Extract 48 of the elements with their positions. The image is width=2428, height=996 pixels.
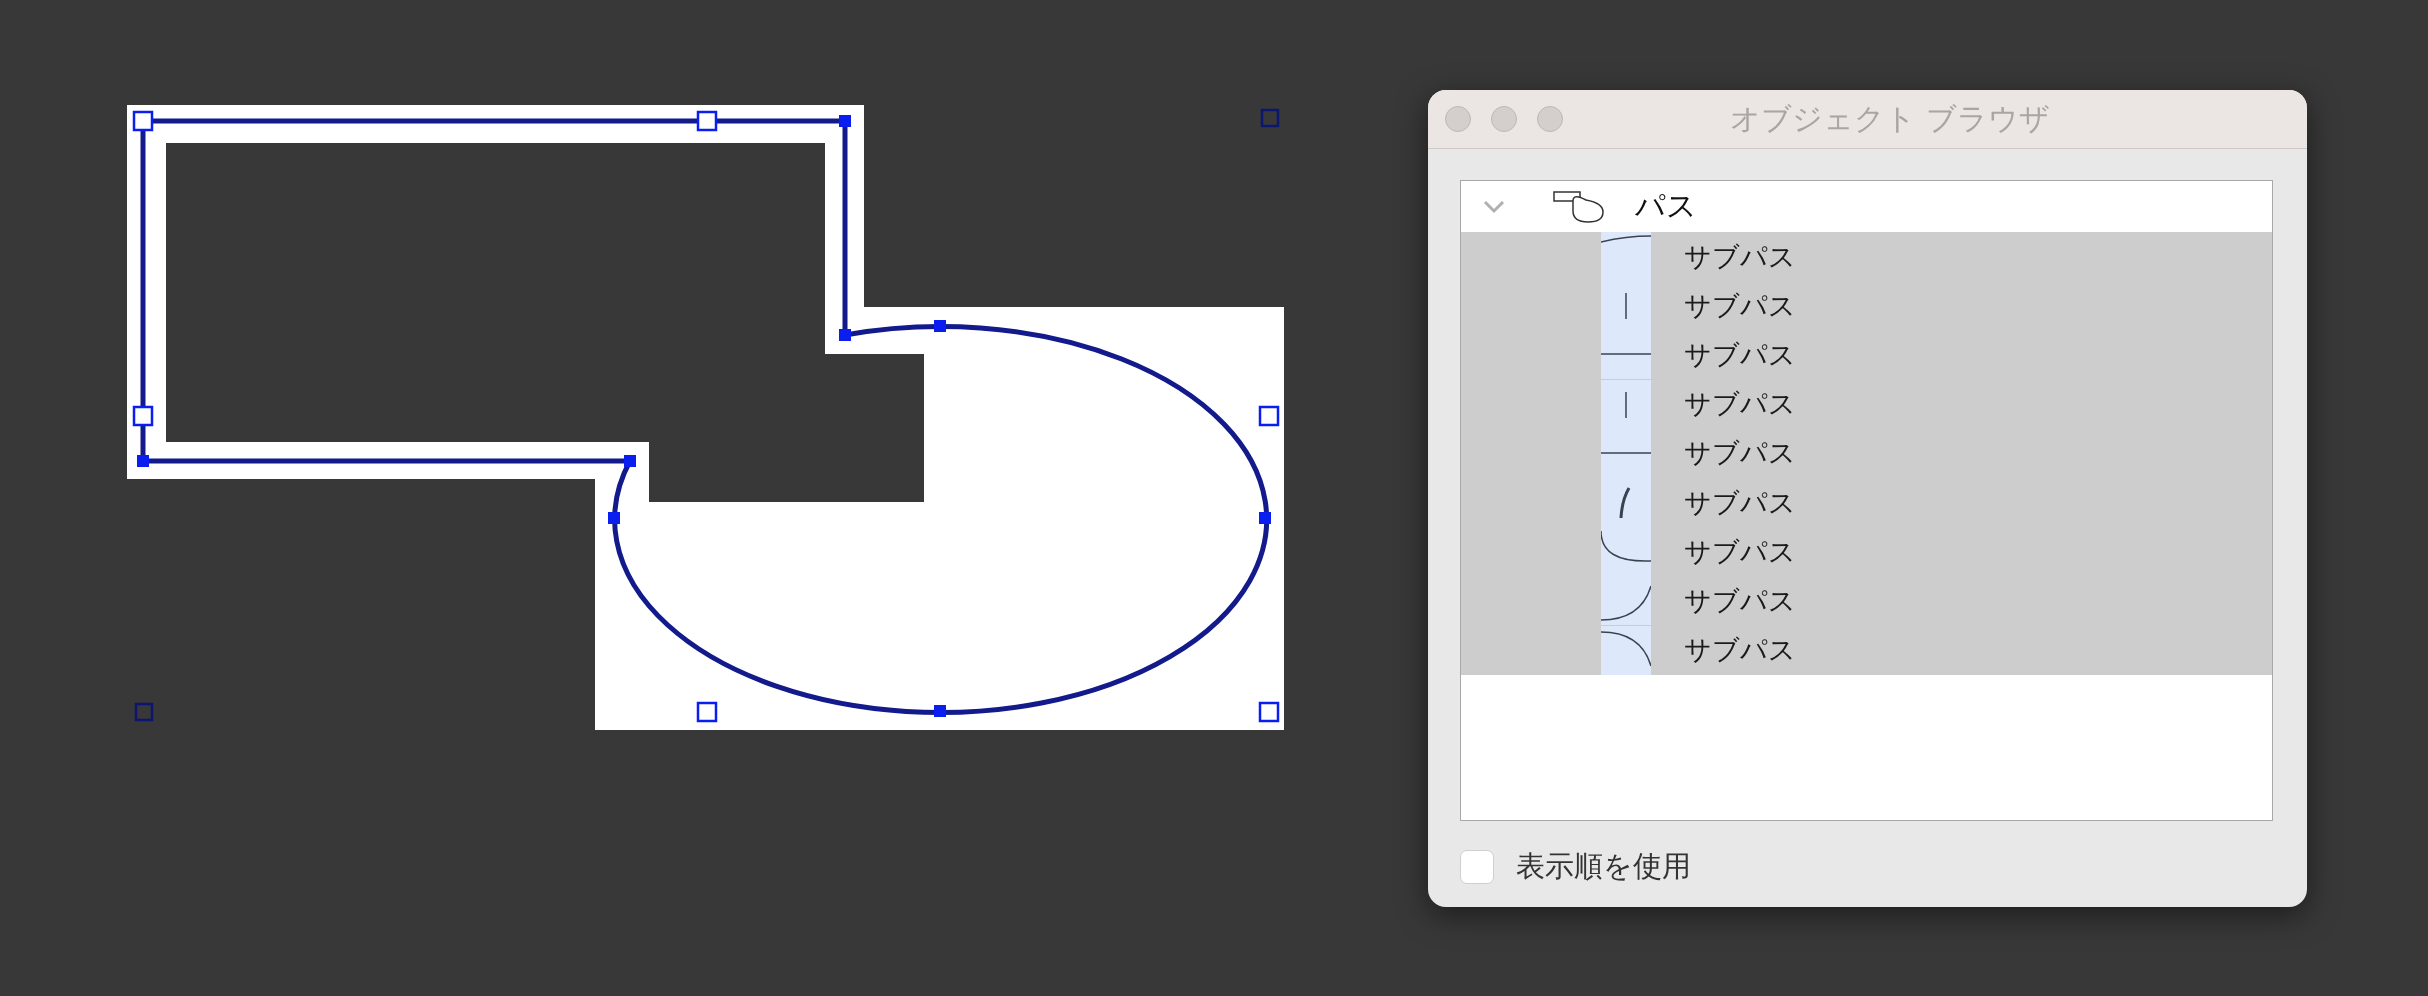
control-point-handle[interactable]: [696, 110, 718, 132]
tree-item-label: サブパス: [1684, 436, 1796, 471]
anchor-point-handle[interactable]: [934, 320, 946, 332]
tree-item-label: サブパス: [1684, 583, 1796, 618]
anchor-point-handle[interactable]: [934, 705, 946, 717]
tree-item-label: サブパス: [1684, 239, 1796, 274]
tree-item[interactable]: サブパス: [1461, 527, 2272, 577]
close-button[interactable]: [1445, 106, 1471, 132]
anchor-point-handle[interactable]: [624, 455, 636, 467]
anchor-point-handle[interactable]: [137, 455, 149, 467]
tree-item[interactable]: サブパス: [1461, 281, 2272, 331]
anchor-point-handle[interactable]: [839, 329, 851, 341]
tree-item-label: サブパス: [1684, 534, 1796, 569]
tree-item-label: パス: [1635, 187, 1697, 225]
subpath-thumbnail-icon: [1601, 379, 1651, 429]
control-point-handle[interactable]: [1258, 405, 1280, 427]
anchor-point-handle[interactable]: [608, 512, 620, 524]
minimize-button[interactable]: [1491, 106, 1517, 132]
zoom-button[interactable]: [1537, 106, 1563, 132]
control-point-handle[interactable]: [132, 110, 154, 132]
anchor-point-handle[interactable]: [1259, 512, 1271, 524]
subpath-thumbnail-icon: [1601, 576, 1651, 626]
control-point-handle[interactable]: [1258, 701, 1280, 723]
tree-item[interactable]: サブパス: [1461, 477, 2272, 528]
checkbox[interactable]: [1460, 850, 1494, 884]
control-point-handle[interactable]: [1260, 108, 1280, 128]
control-point-handle[interactable]: [134, 702, 154, 722]
anchor-point-handle[interactable]: [839, 115, 851, 127]
tree-item[interactable]: サブパス: [1461, 625, 2272, 675]
tree-item[interactable]: サブパス: [1461, 428, 2272, 478]
tree-item[interactable]: サブパス: [1461, 576, 2272, 626]
subpath-thumbnail-icon: [1601, 330, 1651, 380]
tree-item-label: サブパス: [1684, 633, 1796, 668]
tree-item[interactable]: サブパス: [1461, 330, 2272, 380]
tree-item-label: サブパス: [1684, 485, 1796, 520]
path-shape-icon: [1553, 190, 1605, 223]
tree-item-label: サブパス: [1684, 387, 1796, 422]
checkbox-label: 表示順を使用: [1516, 848, 1691, 885]
chevron-icon[interactable]: [1483, 199, 1505, 214]
tree-item-label: サブパス: [1684, 288, 1796, 323]
control-point-handle[interactable]: [132, 405, 154, 427]
window-title: オブジェクト ブラウザ: [1730, 99, 2051, 138]
subpath-thumbnail-icon: [1601, 232, 1651, 282]
tree-item[interactable]: サブパス: [1461, 232, 2272, 282]
control-point-handle[interactable]: [696, 701, 718, 723]
subpath-thumbnail-icon: [1601, 625, 1651, 675]
tree-item[interactable]: サブパス: [1461, 379, 2272, 429]
tree-item-label: サブパス: [1684, 337, 1796, 372]
